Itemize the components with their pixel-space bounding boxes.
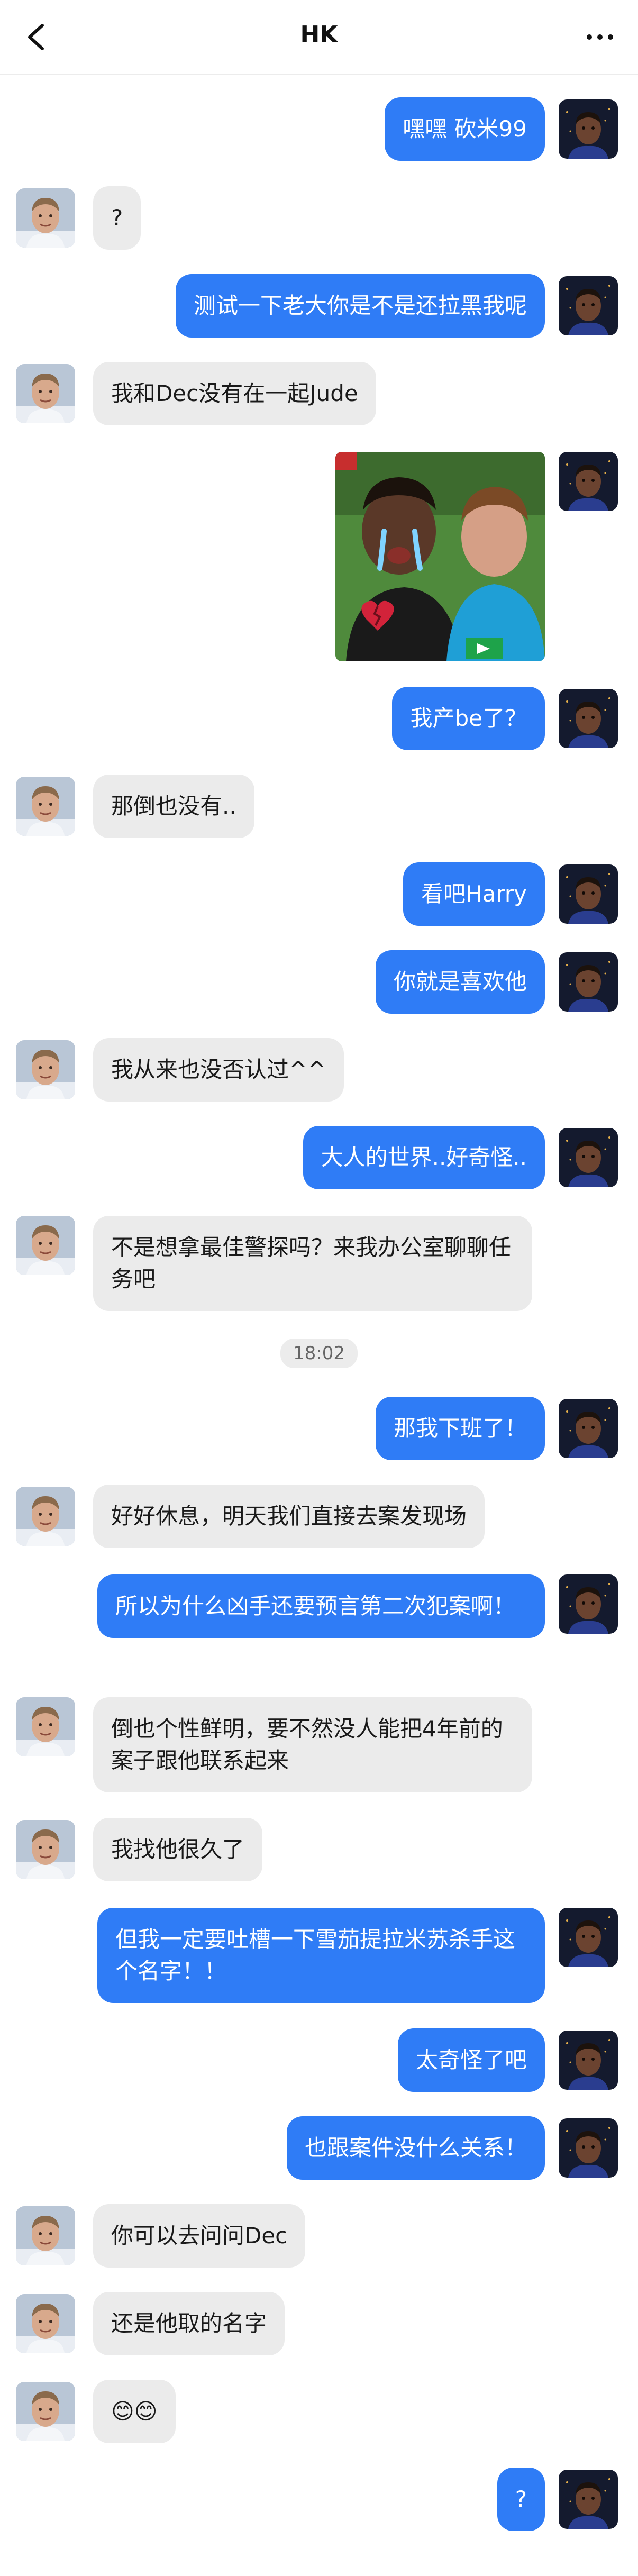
my-avatar[interactable] [559, 2031, 618, 2090]
contact-avatar[interactable] [16, 188, 75, 248]
incoming-message-bubble[interactable]: 我找他很久了 [93, 1818, 263, 1881]
outgoing-message-bubble[interactable]: 看吧Harry [403, 862, 545, 926]
incoming-message-bubble[interactable]: 那倒也没有.. [93, 775, 254, 838]
contact-avatar[interactable] [16, 2294, 75, 2353]
my-avatar[interactable] [559, 689, 618, 748]
contact-avatar[interactable] [16, 1820, 75, 1879]
timestamp: 18:02 [0, 1339, 638, 1368]
incoming-message-bubble[interactable]: 我和Dec没有在一起Jude [93, 362, 376, 425]
incoming-message-bubble[interactable]: ? [93, 186, 141, 250]
incoming-message-bubble[interactable]: 你可以去问问Dec [93, 2204, 306, 2268]
contact-avatar[interactable] [16, 1216, 75, 1275]
my-avatar[interactable] [559, 1399, 618, 1458]
contact-avatar[interactable] [16, 364, 75, 423]
incoming-message-bubble[interactable]: 😊😊 [93, 2380, 176, 2443]
my-avatar[interactable] [559, 1908, 618, 1967]
my-avatar[interactable] [559, 276, 618, 335]
incoming-message-bubble[interactable]: 我从来也没否认过^^ [93, 1038, 344, 1102]
outgoing-message-bubble[interactable]: 但我一定要吐槽一下雪茄提拉米苏杀手这个名字！！ [97, 1908, 545, 2003]
incoming-message-bubble[interactable]: 不是想拿最佳警探吗？来我办公室聊聊任务吧 [93, 1216, 532, 1311]
incoming-message-bubble[interactable]: 好好休息，明天我们直接去案发现场 [93, 1485, 485, 1548]
my-avatar[interactable] [559, 864, 618, 924]
ellipsis-icon[interactable] [585, 31, 615, 43]
nav-bar: HK [0, 0, 638, 75]
outgoing-message-bubble[interactable]: 嘿嘿 砍米99 [385, 97, 545, 161]
timestamp-label: 18:02 [280, 1339, 358, 1368]
contact-avatar[interactable] [16, 2206, 75, 2265]
outgoing-message-bubble[interactable]: 所以为什么凶手还要预言第二次犯案啊！ [97, 1574, 545, 1638]
contact-avatar[interactable] [16, 2382, 75, 2441]
my-avatar[interactable] [559, 2118, 618, 2178]
contact-avatar[interactable] [16, 1040, 75, 1099]
my-avatar[interactable] [559, 1574, 618, 1634]
outgoing-message-bubble[interactable]: 你就是喜欢他 [375, 950, 545, 1014]
my-avatar[interactable] [559, 952, 618, 1012]
outgoing-message-bubble[interactable]: ? [497, 2468, 545, 2531]
outgoing-message-bubble[interactable]: 测试一下老大你是不是还拉黑我呢 [175, 274, 545, 338]
contact-avatar[interactable] [16, 1487, 75, 1546]
my-avatar[interactable] [559, 2470, 618, 2529]
outgoing-message-bubble[interactable]: 太奇怪了吧 [397, 2028, 545, 2092]
incoming-message-bubble[interactable]: 还是他取的名字 [93, 2292, 285, 2355]
my-avatar[interactable] [559, 1128, 618, 1187]
outgoing-message-bubble[interactable]: 也跟案件没什么关系！ [286, 2116, 545, 2180]
outgoing-message-bubble[interactable]: 我产be了？ [392, 687, 545, 750]
my-avatar[interactable] [559, 452, 618, 511]
chat-title: HK [300, 21, 338, 48]
image-message[interactable] [335, 452, 545, 661]
contact-avatar[interactable] [16, 1697, 75, 1756]
outgoing-message-bubble[interactable]: 那我下班了！ [375, 1397, 545, 1460]
outgoing-message-bubble[interactable]: 大人的世界..好奇怪.. [303, 1126, 545, 1189]
contact-avatar[interactable] [16, 777, 75, 836]
incoming-message-bubble[interactable]: 倒也个性鲜明，要不然没人能把4年前的案子跟他联系起来 [93, 1697, 532, 1792]
my-avatar[interactable] [559, 99, 618, 159]
